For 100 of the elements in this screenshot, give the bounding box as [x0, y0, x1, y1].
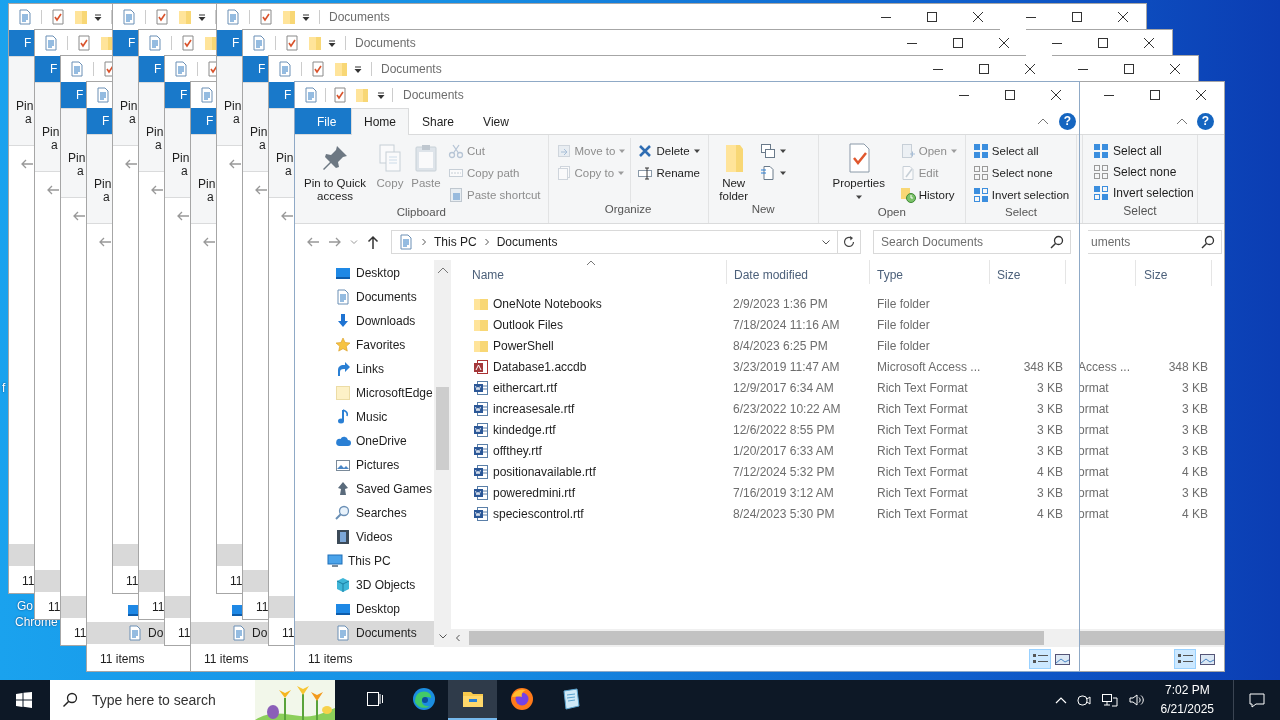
clock-time[interactable]: 7:02 PM [1164, 681, 1210, 700]
ribbon-button[interactable]: Delete [635, 140, 703, 162]
ribbon-group-label: Organize [604, 203, 652, 217]
column-header[interactable]: Date modified [727, 260, 870, 284]
file-name[interactable]: PowerShell [493, 338, 554, 353]
ribbon-button-label[interactable]: a [181, 164, 188, 178]
nav-item[interactable]: Downloads [295, 309, 434, 333]
type-cell: Rich Text Format [877, 401, 968, 416]
ribbon-button-label[interactable]: a [285, 164, 292, 178]
ribbon-button-label[interactable]: a [259, 138, 266, 152]
nav-item[interactable]: This PC [295, 549, 434, 573]
file-menu-tab[interactable]: F [217, 30, 242, 56]
nav-item[interactable]: Pictures [295, 453, 434, 477]
ribbon-button-label[interactable]: a [129, 112, 136, 126]
search-field[interactable]: Search Documents [873, 230, 1071, 254]
status-text: 11 [256, 600, 269, 614]
file-name[interactable]: kindedge.rtf [493, 422, 556, 437]
clock-date[interactable]: 6/21/2025 [1160, 700, 1214, 719]
taskbar-search-field[interactable]: Type here to search [50, 680, 335, 720]
nav-item[interactable]: Favorites [295, 333, 434, 357]
ribbon-tab[interactable]: View [467, 108, 525, 134]
breadcrumb-item[interactable]: Documents [496, 235, 558, 249]
file-menu-tab[interactable]: F [113, 30, 138, 56]
ribbon-button-label[interactable]: Pin [42, 125, 60, 139]
file-menu-tab[interactable]: File [295, 108, 351, 134]
ribbon-button[interactable]: Rename [635, 162, 702, 184]
ribbon-button[interactable]: Invert selection [970, 184, 1072, 206]
file-name[interactable]: Database1.accdb [493, 359, 587, 374]
nav-item[interactable]: Links [295, 357, 434, 381]
ribbon-button-label[interactable]: Pin [146, 125, 164, 139]
ribbon-button[interactable]: Pin to Quick access [298, 138, 372, 203]
ribbon-button-label[interactable]: Pin [198, 177, 216, 191]
file-menu-tab[interactable]: F [87, 108, 112, 134]
file-name[interactable]: poweredmini.rtf [493, 485, 576, 500]
help-button[interactable]: ? [1197, 112, 1214, 130]
ribbon-button-label[interactable]: a [51, 138, 58, 152]
breadcrumb-item[interactable]: This PC [434, 235, 477, 249]
nav-item[interactable]: OneDrive [295, 429, 434, 453]
ribbon-button-label[interactable]: a [233, 112, 240, 126]
ribbon-button-label[interactable]: Pin [224, 99, 242, 113]
column-header[interactable]: Size [990, 260, 1066, 284]
nav-item[interactable]: Searches [295, 501, 434, 525]
nav-item[interactable]: Desktop [295, 597, 434, 621]
column-header[interactable]: Size [1135, 260, 1212, 286]
ribbon-button-label[interactable]: a [155, 138, 162, 152]
nav-item[interactable]: Desktop [295, 261, 434, 285]
nav-item[interactable]: 3D Objects [295, 573, 434, 597]
ribbon-button[interactable]: Select none [1090, 161, 1180, 183]
ribbon-tab[interactable]: Share [409, 108, 467, 134]
desktop-icon-label[interactable]: Chrome [15, 615, 58, 629]
column-header[interactable]: Name [456, 260, 727, 284]
file-menu-tab[interactable]: F [165, 82, 190, 108]
file-name[interactable]: positionavailable.rtf [493, 464, 596, 479]
nav-item[interactable]: MicrosoftEdge [295, 381, 434, 405]
ribbon-button[interactable]: History [897, 184, 957, 206]
help-button[interactable]: ? [1059, 112, 1076, 130]
nav-item[interactable]: Music [295, 405, 434, 429]
file-menu-tab[interactable]: F [269, 82, 294, 108]
ribbon-button[interactable]: Select all [1090, 140, 1165, 162]
search-field[interactable]: uments [1088, 230, 1222, 254]
column-header[interactable]: Type [870, 260, 990, 284]
ribbon-button-label[interactable]: a [207, 190, 214, 204]
file-menu-tab[interactable]: F [243, 56, 268, 82]
file-name[interactable]: eithercart.rtf [493, 380, 558, 395]
address-bar[interactable]: This PC Documents [391, 230, 861, 254]
ribbon-group-label: Clipboard [396, 206, 446, 220]
nav-item[interactable]: Documents [295, 285, 434, 309]
file-menu-tab[interactable]: F [191, 108, 216, 134]
ribbon-button-label[interactable]: Pin [68, 151, 86, 165]
file-name[interactable]: offthey.rtf [493, 443, 542, 458]
file-name[interactable]: increasesale.rtf [493, 401, 575, 416]
window-title: Documents [381, 62, 442, 76]
ribbon-button-label[interactable]: Pin [120, 99, 138, 113]
ribbon-button[interactable]: New folder [711, 138, 756, 203]
ribbon-button-label[interactable]: Pin [250, 125, 268, 139]
ribbon-button[interactable]: Select all [970, 140, 1041, 162]
date-cell: 7/18/2024 11:16 AM [733, 317, 840, 332]
nav-item[interactable]: Do [87, 622, 165, 644]
ribbon-button-label[interactable]: a [103, 190, 110, 204]
ribbon-button-label[interactable]: a [25, 112, 32, 126]
nav-item[interactable]: Documents [295, 621, 434, 645]
file-name[interactable]: Outlook Files [493, 317, 564, 332]
ribbon-button-label[interactable]: Pin [94, 177, 112, 191]
file-menu-tab[interactable]: F [9, 30, 34, 56]
ribbon-button[interactable]: Properties [821, 138, 896, 201]
nav-item[interactable]: Saved Games [295, 477, 434, 501]
file-name[interactable]: speciescontrol.rtf [493, 506, 584, 521]
file-name[interactable]: OneNote Notebooks [493, 296, 602, 311]
ribbon-button[interactable]: Select none [970, 162, 1055, 184]
ribbon-button-label[interactable]: a [77, 164, 84, 178]
nav-item[interactable]: Do [191, 622, 269, 644]
nav-item[interactable]: Videos [295, 525, 434, 549]
ribbon-tab[interactable]: Home [351, 108, 409, 135]
ribbon-button-label[interactable]: Pin [276, 151, 294, 165]
file-menu-tab[interactable]: F [139, 56, 164, 82]
ribbon-button[interactable]: Invert selection [1090, 182, 1197, 204]
file-menu-tab[interactable]: F [61, 82, 86, 108]
ribbon-button-label[interactable]: Pin [16, 99, 34, 113]
file-menu-tab[interactable]: F [35, 56, 60, 82]
ribbon-button-label[interactable]: Pin [172, 151, 190, 165]
